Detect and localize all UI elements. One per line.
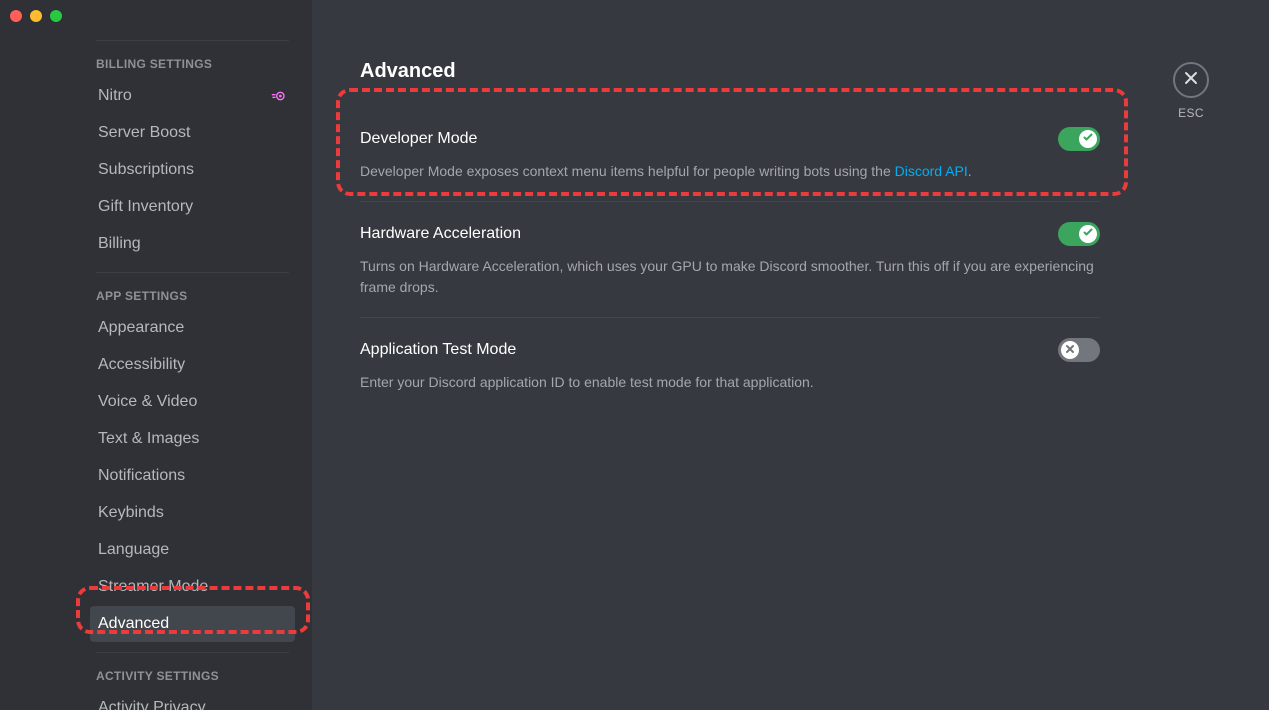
desc-text: Developer Mode exposes context menu item…	[360, 163, 895, 179]
check-icon	[1082, 225, 1094, 243]
setting-title: Developer Mode	[360, 130, 477, 148]
setting-title: Hardware Acceleration	[360, 225, 521, 243]
window-controls	[10, 10, 62, 22]
sidebar-item-language[interactable]: Language	[90, 532, 295, 568]
esc-label: ESC	[1173, 106, 1209, 120]
sidebar-item-label: Language	[98, 540, 169, 560]
sidebar-item-label: Notifications	[98, 466, 185, 486]
setting-title: Application Test Mode	[360, 341, 516, 359]
toggle-knob	[1079, 130, 1097, 148]
application-test-mode-toggle[interactable]	[1058, 338, 1100, 362]
sidebar-item-voice-video[interactable]: Voice & Video	[90, 384, 295, 420]
setting-application-test-mode: Application Test Mode Enter your Discord…	[360, 318, 1100, 412]
sidebar-item-text-images[interactable]: Text & Images	[90, 421, 295, 457]
sidebar-item-nitro[interactable]: Nitro	[90, 78, 295, 114]
nitro-icon	[271, 88, 287, 104]
close-icon	[1183, 70, 1199, 91]
sidebar-item-label: Voice & Video	[98, 392, 197, 412]
desc-text-after: .	[968, 163, 972, 179]
sidebar-item-server-boost[interactable]: Server Boost	[90, 115, 295, 151]
sidebar-item-keybinds[interactable]: Keybinds	[90, 495, 295, 531]
setting-developer-mode: Developer Mode Developer Mode exposes co…	[360, 107, 1100, 201]
sidebar-item-streamer-mode[interactable]: Streamer Mode	[90, 569, 295, 605]
sidebar-item-accessibility[interactable]: Accessibility	[90, 347, 295, 383]
hardware-acceleration-toggle[interactable]	[1058, 222, 1100, 246]
x-icon	[1065, 341, 1075, 359]
section-divider	[96, 652, 289, 653]
setting-hardware-acceleration: Hardware Acceleration Turns on Hardware …	[360, 202, 1100, 317]
sidebar-item-advanced[interactable]: Advanced	[90, 606, 295, 642]
sidebar-item-subscriptions[interactable]: Subscriptions	[90, 152, 295, 188]
sidebar-item-label: Server Boost	[98, 123, 190, 143]
section-header-app: APP SETTINGS	[90, 281, 295, 309]
settings-sidebar: BILLING SETTINGS Nitro Server Boost Subs…	[0, 0, 312, 710]
sidebar-item-label: Nitro	[98, 86, 132, 106]
sidebar-item-label: Billing	[98, 234, 141, 254]
section-divider	[96, 40, 289, 41]
setting-description: Developer Mode exposes context menu item…	[360, 161, 1100, 181]
sidebar-item-label: Subscriptions	[98, 160, 194, 180]
sidebar-item-label: Streamer Mode	[98, 577, 208, 597]
toggle-knob	[1061, 341, 1079, 359]
app-root: BILLING SETTINGS Nitro Server Boost Subs…	[0, 0, 1269, 710]
content-inner: Advanced Developer Mode	[360, 60, 1100, 412]
settings-content: ESC Advanced Developer Mode	[312, 0, 1269, 710]
setting-head: Developer Mode	[360, 127, 1100, 151]
setting-head: Hardware Acceleration	[360, 222, 1100, 246]
setting-head: Application Test Mode	[360, 338, 1100, 362]
check-icon	[1082, 130, 1094, 148]
window-minimize-traffic-light[interactable]	[30, 10, 42, 22]
sidebar-item-billing[interactable]: Billing	[90, 226, 295, 262]
sidebar-item-label: Advanced	[98, 614, 169, 634]
sidebar-inner: BILLING SETTINGS Nitro Server Boost Subs…	[90, 40, 295, 710]
page-title: Advanced	[360, 60, 1100, 83]
sidebar-item-label: Appearance	[98, 318, 184, 338]
sidebar-item-label: Activity Privacy	[98, 698, 206, 710]
sidebar-item-notifications[interactable]: Notifications	[90, 458, 295, 494]
setting-description: Enter your Discord application ID to ena…	[360, 372, 1100, 392]
developer-mode-toggle[interactable]	[1058, 127, 1100, 151]
sidebar-item-label: Keybinds	[98, 503, 164, 523]
section-header-activity: ACTIVITY SETTINGS	[90, 661, 295, 689]
sidebar-item-label: Accessibility	[98, 355, 185, 375]
sidebar-item-activity-privacy[interactable]: Activity Privacy	[90, 690, 295, 710]
section-divider	[96, 272, 289, 273]
section-header-billing: BILLING SETTINGS	[90, 49, 295, 77]
sidebar-item-gift-inventory[interactable]: Gift Inventory	[90, 189, 295, 225]
sidebar-item-appearance[interactable]: Appearance	[90, 310, 295, 346]
close-button[interactable]	[1173, 62, 1209, 98]
window-close-traffic-light[interactable]	[10, 10, 22, 22]
setting-description: Turns on Hardware Acceleration, which us…	[360, 256, 1100, 297]
sidebar-item-label: Text & Images	[98, 429, 199, 449]
close-settings: ESC	[1173, 62, 1209, 120]
window-zoom-traffic-light[interactable]	[50, 10, 62, 22]
toggle-knob	[1079, 225, 1097, 243]
discord-api-link[interactable]: Discord API	[895, 163, 968, 179]
sidebar-item-label: Gift Inventory	[98, 197, 193, 217]
